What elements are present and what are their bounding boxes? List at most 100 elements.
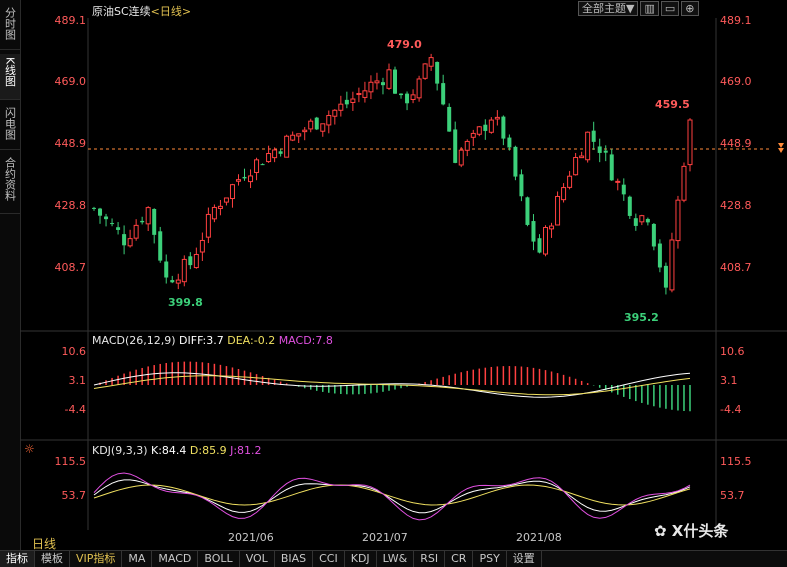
sidebar-tab-label: K线图 bbox=[3, 57, 17, 87]
macd-dea-line bbox=[93, 375, 691, 396]
settings-icon[interactable]: ⊕ bbox=[681, 1, 699, 16]
macd-legend: MACD(26,12,9) DIFF:3.7 DEA:-0.2 MACD:7.8 bbox=[92, 334, 333, 347]
tab-lw[interactable]: LW& bbox=[377, 551, 415, 567]
candle-body bbox=[242, 176, 247, 179]
macd-value: MACD:7.8 bbox=[278, 334, 333, 347]
price-tick: 408.7 bbox=[720, 261, 752, 274]
tab-vip-indicator[interactable]: VIP指标 bbox=[70, 551, 123, 567]
candle-body bbox=[302, 129, 308, 133]
candle-body bbox=[651, 223, 656, 247]
candle-body bbox=[549, 225, 555, 230]
candle-body bbox=[260, 164, 265, 166]
candle-body bbox=[519, 174, 524, 197]
candle-body bbox=[98, 208, 103, 216]
price-tick: 428.8 bbox=[54, 199, 87, 212]
macd-tick: 10.6 bbox=[61, 345, 87, 358]
candle-body bbox=[272, 149, 278, 159]
x-date-label: 2021/08 bbox=[516, 531, 562, 544]
candle-body bbox=[338, 103, 344, 111]
tab-cci[interactable]: CCI bbox=[313, 551, 345, 567]
kdj-k-value: K:84.4 bbox=[151, 444, 187, 457]
candlestick-series bbox=[92, 53, 693, 295]
tab-vol[interactable]: VOL bbox=[240, 551, 275, 567]
candle-body bbox=[687, 119, 693, 166]
candle-body bbox=[410, 94, 416, 101]
candle-body bbox=[453, 129, 458, 163]
candle-body bbox=[133, 224, 139, 239]
price-tick: 489.1 bbox=[54, 14, 87, 27]
candle-body bbox=[188, 256, 193, 266]
tab-template[interactable]: 模板 bbox=[35, 551, 70, 567]
candle-body bbox=[110, 223, 115, 225]
candle-body bbox=[380, 82, 385, 86]
sidebar-tab-flash[interactable]: 闪电图 bbox=[0, 104, 20, 150]
sidebar-tab-timeshare[interactable]: 分时图 bbox=[0, 4, 20, 50]
tab-macd[interactable]: MACD bbox=[152, 551, 199, 567]
candle-body bbox=[681, 165, 687, 201]
candle-body bbox=[170, 280, 175, 283]
candle-body bbox=[104, 216, 109, 220]
kline-chart[interactable] bbox=[20, 0, 787, 550]
candle-body bbox=[597, 146, 602, 153]
macd-tick: 3.1 bbox=[720, 374, 738, 387]
kdj-tick: 53.7 bbox=[61, 489, 87, 502]
candle-body bbox=[494, 116, 500, 120]
kdj-d-value: D:85.9 bbox=[189, 444, 227, 457]
tab-kdj[interactable]: KDJ bbox=[345, 551, 377, 567]
sidebar-tab-kline[interactable]: K线图 bbox=[0, 54, 20, 100]
candle-body bbox=[199, 239, 205, 253]
candle-body bbox=[122, 234, 127, 246]
candle-body bbox=[513, 146, 518, 177]
candle-body bbox=[501, 116, 506, 139]
macd-dea-value: DEA:-0.2 bbox=[227, 334, 276, 347]
sidebar-tab-label: 分时图 bbox=[3, 7, 17, 40]
candle-body bbox=[254, 159, 260, 174]
candle-body bbox=[591, 130, 596, 142]
kdj-settings-icon[interactable]: ☼ bbox=[24, 442, 35, 456]
candle-body bbox=[248, 175, 254, 183]
tab-psy[interactable]: PSY bbox=[473, 551, 507, 567]
window-icon[interactable]: ▭ bbox=[660, 1, 680, 16]
candle-body bbox=[193, 253, 199, 269]
candle-body bbox=[314, 117, 319, 130]
sidebar-tab-contract-info[interactable]: 合约资料 bbox=[0, 154, 20, 214]
candle-body bbox=[585, 131, 591, 161]
tab-boll[interactable]: BOLL bbox=[198, 551, 240, 567]
instrument-name: 原油SC连续 bbox=[92, 5, 151, 18]
tab-cr[interactable]: CR bbox=[445, 551, 474, 567]
candle-body bbox=[537, 238, 542, 253]
tab-indicator[interactable]: 指标 bbox=[0, 551, 35, 567]
candle-body bbox=[416, 78, 422, 99]
price-tick: 469.0 bbox=[720, 75, 752, 88]
tab-bias[interactable]: BIAS bbox=[275, 551, 314, 567]
candle-body bbox=[435, 61, 440, 84]
candle-body bbox=[229, 184, 235, 200]
kdj-j-value: J:81.2 bbox=[230, 444, 262, 457]
low-price-label: 395.2 bbox=[624, 311, 659, 324]
candle-body bbox=[621, 184, 626, 195]
tab-rsi[interactable]: RSI bbox=[414, 551, 446, 567]
candle-body bbox=[368, 81, 374, 93]
sidebar-tab-label: 合约资料 bbox=[3, 157, 17, 201]
candle-body bbox=[645, 218, 650, 223]
layout-icon[interactable]: ▥ bbox=[640, 1, 659, 16]
instrument-title: 原油SC连续<日线> bbox=[92, 3, 191, 19]
kdj-tick: 115.5 bbox=[54, 455, 87, 468]
tab-ma[interactable]: MA bbox=[122, 551, 153, 567]
candle-body bbox=[441, 83, 446, 105]
candle-body bbox=[573, 157, 579, 176]
candle-body bbox=[152, 208, 157, 235]
candle-body bbox=[627, 196, 632, 216]
theme-select[interactable]: 全部主题▼ bbox=[578, 1, 639, 16]
candle-body bbox=[362, 90, 368, 98]
kdj-tick: 53.7 bbox=[720, 489, 745, 502]
x-date-label: 2021/07 bbox=[362, 531, 408, 544]
candle-body bbox=[393, 69, 398, 94]
tab-settings[interactable]: 设置 bbox=[507, 551, 542, 567]
candle-body bbox=[223, 197, 229, 203]
candle-body bbox=[561, 187, 567, 201]
candle-body bbox=[609, 154, 614, 181]
candle-body bbox=[603, 150, 608, 153]
period-indicator[interactable]: <日线> bbox=[151, 5, 191, 18]
candle-body bbox=[399, 93, 404, 96]
